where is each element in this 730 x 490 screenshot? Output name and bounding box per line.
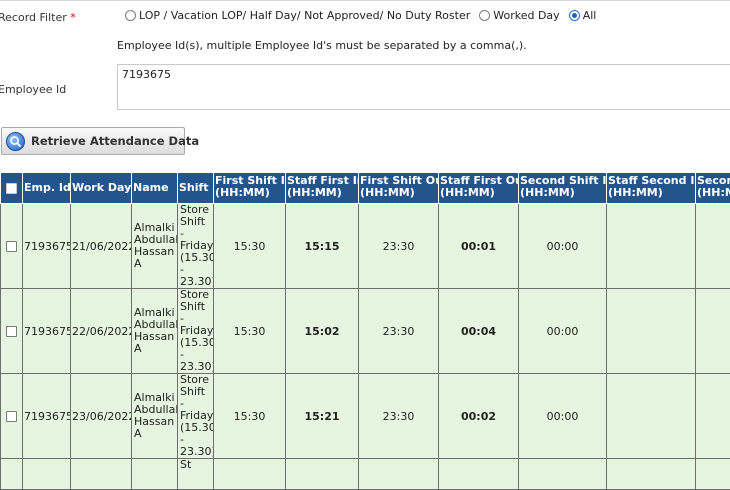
row-select-cell xyxy=(1,204,23,289)
retrieve-attendance-button[interactable]: Retrieve Attendance Data xyxy=(1,127,185,155)
staff-first-in-cell: 15:02 xyxy=(286,289,359,374)
first-shift-out-cell xyxy=(359,459,439,490)
radio-worked-day-option[interactable]: Worked Day xyxy=(479,9,559,22)
work-day-cell: 22/06/2022 xyxy=(71,289,132,374)
attendance-table: Emp. Id Work Day Name Shift First Shift … xyxy=(0,172,730,490)
staff-first-in-cell xyxy=(286,459,359,490)
shift-cell: St xyxy=(178,459,214,490)
employee-id-label: Employee Id xyxy=(0,83,66,96)
first-shift-in-cell: 15:30 xyxy=(214,204,286,289)
record-filter-label: Record Filter * xyxy=(0,11,76,24)
header-staff-first-out: Staff First Out(HH:MM) xyxy=(439,173,519,204)
staff-first-in-cell: 15:15 xyxy=(286,204,359,289)
second-shift-in-cell: 00:00 xyxy=(519,204,607,289)
row-select-cell xyxy=(1,289,23,374)
table-row: 7193675 22/06/2022 Almalki Abdullah Hass… xyxy=(1,289,730,374)
name-cell xyxy=(132,459,178,490)
first-shift-in-cell: 15:30 xyxy=(214,374,286,459)
select-all-checkbox[interactable] xyxy=(6,183,17,194)
staff-first-out-cell: 00:01 xyxy=(439,204,519,289)
shift-cell: Store Shift - Friday (15.30 - 23.30) xyxy=(178,289,214,374)
table-row: 7193675 23/06/2022 Almalki Abdullah Hass… xyxy=(1,374,730,459)
first-shift-out-cell: 23:30 xyxy=(359,204,439,289)
table-row: 7193675 21/06/2022 Almalki Abdullah Hass… xyxy=(1,204,730,289)
name-cell: Almalki Abdullah Hassan A xyxy=(132,289,178,374)
row-select-cell xyxy=(1,374,23,459)
second-shift-out-cell xyxy=(696,374,730,459)
table-row: St xyxy=(1,459,730,490)
staff-second-in-cell xyxy=(607,204,696,289)
radio-worked-day-label: Worked Day xyxy=(493,9,559,22)
header-name: Name xyxy=(132,173,178,204)
radio-lop[interactable] xyxy=(125,10,136,21)
header-staff-first-in: Staff First In(HH:MM) xyxy=(286,173,359,204)
staff-second-in-cell xyxy=(607,289,696,374)
emp-id-cell: 7193675 xyxy=(23,289,71,374)
staff-first-out-cell: 00:04 xyxy=(439,289,519,374)
radio-all-label: All xyxy=(583,9,597,22)
staff-first-out-cell: 00:02 xyxy=(439,374,519,459)
header-staff-second-in: Staff Second In(HH:MM) xyxy=(607,173,696,204)
record-filter-radios: LOP / Vacation LOP/ Half Day/ Not Approv… xyxy=(125,9,605,22)
staff-first-out-cell xyxy=(439,459,519,490)
work-day-cell xyxy=(71,459,132,490)
emp-id-cell: 7193675 xyxy=(23,204,71,289)
row-select-cell xyxy=(1,459,23,490)
radio-all[interactable] xyxy=(569,10,580,21)
shift-cell: Store Shift - Friday (15.30 - 23.30) xyxy=(178,374,214,459)
first-shift-in-cell: 15:30 xyxy=(214,289,286,374)
staff-second-in-cell xyxy=(607,374,696,459)
emp-id-cell xyxy=(23,459,71,490)
header-second-shift-out: Secon(HH:M xyxy=(696,173,730,204)
radio-worked-day[interactable] xyxy=(479,10,490,21)
header-first-shift-out: First Shift Out(HH:MM) xyxy=(359,173,439,204)
top-divider xyxy=(0,0,730,1)
second-shift-out-cell xyxy=(696,459,730,490)
second-shift-in-cell: 00:00 xyxy=(519,289,607,374)
first-shift-out-cell: 23:30 xyxy=(359,374,439,459)
employee-id-value: 7193675 xyxy=(122,68,171,81)
header-second-shift-in: Second Shift In(HH:MM) xyxy=(519,173,607,204)
row-checkbox[interactable] xyxy=(6,411,17,422)
header-select-all xyxy=(1,173,23,204)
second-shift-in-cell xyxy=(519,459,607,490)
shift-cell: Store Shift - Friday (15.30 - 23.30) xyxy=(178,204,214,289)
radio-lop-label: LOP / Vacation LOP/ Half Day/ Not Approv… xyxy=(139,9,470,22)
name-cell: Almalki Abdullah Hassan A xyxy=(132,374,178,459)
header-first-shift-in: First Shift In(HH:MM) xyxy=(214,173,286,204)
table-header-row: Emp. Id Work Day Name Shift First Shift … xyxy=(1,173,730,204)
work-day-cell: 21/06/2022 xyxy=(71,204,132,289)
second-shift-in-cell: 00:00 xyxy=(519,374,607,459)
employee-id-input[interactable]: 7193675 xyxy=(117,64,730,110)
first-shift-in-cell xyxy=(214,459,286,490)
work-day-cell: 23/06/2022 xyxy=(71,374,132,459)
name-cell: Almalki Abdullah Hassan A xyxy=(132,204,178,289)
row-checkbox[interactable] xyxy=(6,326,17,337)
header-shift: Shift xyxy=(178,173,214,204)
staff-second-in-cell xyxy=(607,459,696,490)
second-shift-out-cell xyxy=(696,289,730,374)
header-work-day: Work Day xyxy=(71,173,132,204)
radio-all-option[interactable]: All xyxy=(569,9,597,22)
second-shift-out-cell xyxy=(696,204,730,289)
staff-first-in-cell: 15:21 xyxy=(286,374,359,459)
employee-id-hint: Employee Id(s), multiple Employee Id's m… xyxy=(117,39,527,52)
radio-lop-option[interactable]: LOP / Vacation LOP/ Half Day/ Not Approv… xyxy=(125,9,470,22)
first-shift-out-cell: 23:30 xyxy=(359,289,439,374)
retrieve-attendance-label: Retrieve Attendance Data xyxy=(31,134,199,148)
search-icon xyxy=(6,132,25,151)
row-checkbox[interactable] xyxy=(6,241,17,252)
required-mark: * xyxy=(70,11,76,24)
header-emp-id: Emp. Id xyxy=(23,173,71,204)
emp-id-cell: 7193675 xyxy=(23,374,71,459)
